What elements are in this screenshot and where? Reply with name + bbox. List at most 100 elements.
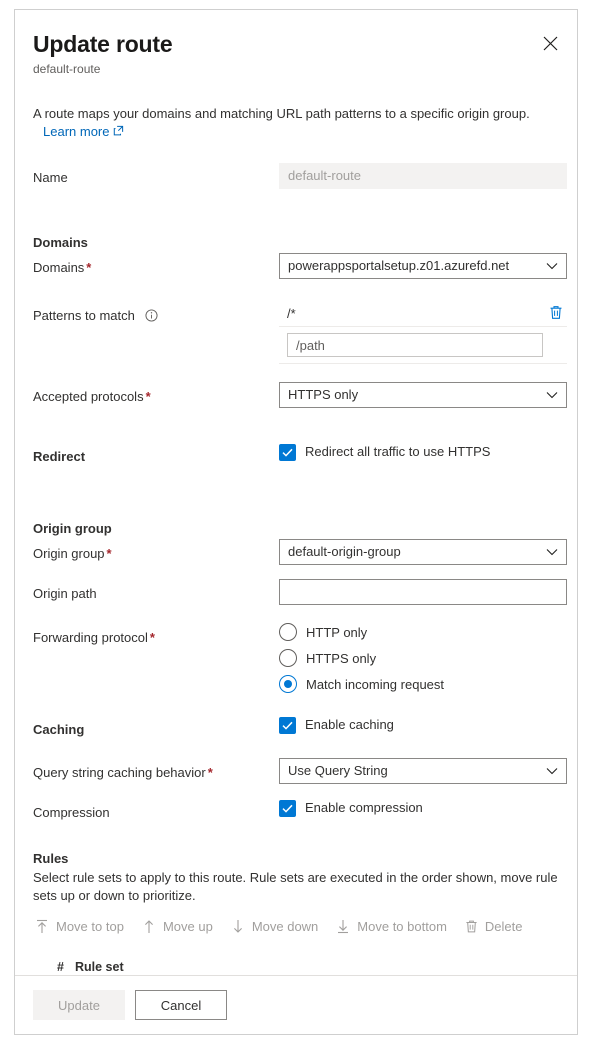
- field-row-patterns: Patterns to match /*: [33, 301, 567, 364]
- patterns-list: /*: [279, 301, 567, 364]
- pattern-value: /*: [287, 306, 296, 321]
- name-label: Name: [33, 170, 68, 185]
- move-to-top-button[interactable]: Move to top: [35, 917, 124, 936]
- chevron-down-icon: [546, 254, 558, 278]
- dialog-header: Update route default-route: [15, 10, 577, 77]
- field-row-domains: Domains * powerappsportalsetup.z01.azuref…: [33, 253, 567, 279]
- pattern-delete-button[interactable]: [545, 303, 567, 325]
- query-string-caching-label: Query string caching behavior: [33, 765, 206, 780]
- checkbox-box: [279, 716, 296, 734]
- required-marker: *: [149, 630, 155, 645]
- forwarding-protocol-label: Forwarding protocol: [33, 630, 148, 645]
- caching-label: Caching: [33, 722, 85, 737]
- origin-group-label: Origin group: [33, 546, 105, 561]
- redirect-label: Redirect: [33, 449, 86, 464]
- move-down-button[interactable]: Move down: [231, 917, 318, 936]
- required-marker: *: [145, 389, 151, 404]
- arrow-up-to-line-icon: [35, 919, 49, 934]
- move-up-button[interactable]: Move up: [142, 917, 213, 936]
- trash-icon: [549, 305, 563, 323]
- enable-compression-checkbox[interactable]: Enable compression: [279, 798, 559, 818]
- info-icon[interactable]: [144, 308, 158, 328]
- radio-match-incoming-request[interactable]: Match incoming request: [279, 675, 559, 693]
- origin-path-input[interactable]: [279, 579, 567, 605]
- accepted-protocols-dropdown[interactable]: HTTPS only: [279, 382, 567, 408]
- delete-label: Delete: [484, 919, 523, 934]
- rules-description: Select rule sets to apply to this route.…: [33, 870, 558, 903]
- delete-rule-button[interactable]: Delete: [465, 917, 523, 936]
- domains-value: powerappsportalsetup.z01.azurefd.net: [288, 258, 510, 273]
- required-marker: *: [86, 260, 92, 275]
- close-icon: [543, 36, 558, 51]
- field-row-query-string-caching: Query string caching behavior * Use Query…: [33, 758, 567, 784]
- move-to-bottom-button[interactable]: Move to bottom: [336, 917, 447, 936]
- query-string-caching-dropdown[interactable]: Use Query String: [279, 758, 567, 784]
- route-form: Name default-route Domains Domains * powe…: [15, 163, 577, 823]
- rules-section: Rules Select rule sets to apply to this …: [15, 849, 577, 975]
- pattern-item: /*: [279, 301, 567, 327]
- compression-checkbox-label: Enable compression: [305, 800, 423, 815]
- field-row-caching: Caching Enable caching: [33, 715, 559, 740]
- domains-label: Domains: [33, 260, 85, 275]
- page-title: Update route: [33, 31, 173, 57]
- enable-caching-checkbox[interactable]: Enable caching: [279, 715, 559, 735]
- origin-group-value: default-origin-group: [288, 544, 401, 559]
- field-row-origin-path: Origin path: [33, 579, 567, 605]
- checkbox-box: [279, 799, 296, 817]
- required-marker: *: [207, 765, 213, 780]
- domains-dropdown[interactable]: powerappsportalsetup.z01.azurefd.net: [279, 253, 567, 279]
- rules-title: Rules: [33, 851, 69, 866]
- close-button[interactable]: [535, 28, 565, 58]
- column-header-rule-set: Rule set: [75, 960, 124, 974]
- accepted-protocols-label: Accepted protocols: [33, 389, 144, 404]
- name-input: default-route: [279, 163, 567, 189]
- radio-http-only[interactable]: HTTP only: [279, 623, 559, 641]
- caching-checkbox-label: Enable caching: [305, 717, 394, 732]
- rules-table: # Rule set: [33, 954, 559, 975]
- update-route-dialog: Update route default-route A route maps …: [14, 9, 578, 1035]
- radio-https-only[interactable]: HTTPS only: [279, 649, 559, 667]
- rules-toolbar: Move to top Move up Move down Move to bo…: [33, 917, 559, 936]
- radio-circle-selected: [279, 675, 297, 693]
- move-to-bottom-label: Move to bottom: [357, 919, 447, 934]
- field-row-accepted-protocols: Accepted protocols * HTTPS only: [33, 382, 567, 408]
- external-link-icon: [113, 123, 124, 141]
- arrow-up-icon: [142, 919, 156, 934]
- field-row-forwarding-protocol: Forwarding protocol * HTTP only HTTPS onl…: [33, 623, 559, 693]
- column-header-number: #: [57, 960, 64, 974]
- field-row-name: Name default-route: [33, 163, 567, 189]
- arrow-down-icon: [231, 919, 245, 934]
- dialog-description: A route maps your domains and matching U…: [33, 105, 559, 141]
- dialog-subtitle: default-route: [33, 62, 101, 76]
- learn-more-link[interactable]: Learn more: [43, 123, 124, 141]
- redirect-https-checkbox[interactable]: Redirect all traffic to use HTTPS: [279, 442, 559, 462]
- move-up-label: Move up: [162, 919, 213, 934]
- field-row-compression: Compression Enable compression: [33, 798, 559, 823]
- section-origin-group: Origin group: [33, 521, 112, 536]
- cancel-button[interactable]: Cancel: [135, 990, 227, 1020]
- origin-path-label: Origin path: [33, 586, 97, 601]
- origin-group-dropdown[interactable]: default-origin-group: [279, 539, 567, 565]
- dialog-body: Update route default-route A route maps …: [15, 10, 577, 975]
- checkbox-box: [279, 443, 296, 461]
- learn-more-label: Learn more: [43, 124, 110, 139]
- radio-label: Match incoming request: [306, 676, 445, 692]
- arrow-down-to-line-icon: [336, 919, 350, 934]
- field-row-origin-group: Origin group * default-origin-group: [33, 539, 567, 565]
- move-down-label: Move down: [251, 919, 319, 934]
- chevron-down-icon: [546, 540, 558, 564]
- table-header-row: # Rule set: [33, 954, 559, 975]
- radio-circle: [279, 623, 297, 641]
- chevron-down-icon: [546, 759, 558, 783]
- radio-circle: [279, 649, 297, 667]
- update-button[interactable]: Update: [33, 990, 125, 1020]
- trash-icon: [465, 919, 478, 934]
- required-marker: *: [106, 546, 112, 561]
- compression-label: Compression: [33, 805, 110, 820]
- query-string-caching-value: Use Query String: [288, 763, 388, 778]
- accepted-protocols-value: HTTPS only: [288, 387, 359, 402]
- pattern-new-input[interactable]: [287, 333, 543, 357]
- section-domains: Domains: [33, 235, 88, 250]
- forwarding-protocol-radiogroup: HTTP only HTTPS only Match incoming requ…: [279, 623, 559, 693]
- dialog-footer: Update Cancel: [15, 975, 577, 1034]
